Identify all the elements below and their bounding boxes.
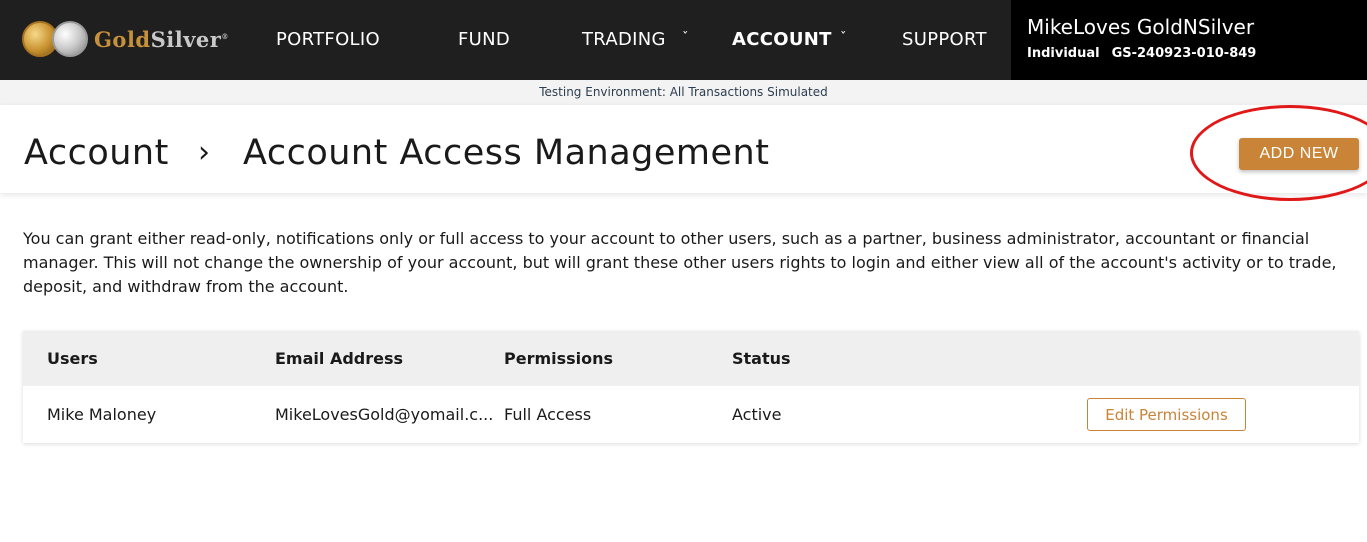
nav-item-account[interactable]: ACCOUNT (732, 0, 832, 80)
breadcrumb-chevron-right-icon: › (198, 135, 210, 170)
account-name: MikeLoves GoldNSilver (1027, 15, 1255, 39)
logo-silver-text: Silver (150, 26, 222, 52)
trading-chevron-down-icon[interactable]: ˇ (682, 0, 689, 80)
logo-gold-text: Gold (94, 26, 151, 52)
column-header-email: Email Address (275, 349, 404, 368)
goldsilver-logo[interactable]: GoldSilver® (22, 19, 229, 59)
column-header-users: Users (47, 349, 98, 368)
silver-coin-icon (52, 21, 88, 57)
cell-status: Active (732, 405, 782, 424)
access-table: Users Email Address Permissions Status M… (23, 331, 1359, 443)
account-chevron-down-icon[interactable]: ˇ (840, 0, 847, 80)
breadcrumb-account[interactable]: Account (24, 133, 169, 173)
access-description: You can grant either read-only, notifica… (23, 229, 1337, 296)
account-meta: Individual GS-240923-010-849 (1027, 46, 1256, 61)
environment-banner: Testing Environment: All Transactions Si… (0, 80, 1367, 105)
column-header-permissions: Permissions (504, 349, 614, 368)
table-header: Users Email Address Permissions Status (23, 331, 1359, 386)
nav-item-support[interactable]: SUPPORT (902, 0, 987, 80)
account-summary-panel[interactable]: MikeLoves GoldNSilver Individual GS-24092… (1011, 0, 1367, 80)
page-title: Account Access Management (243, 133, 770, 173)
nav-item-trading[interactable]: TRADING (582, 0, 666, 80)
cell-user: Mike Maloney (47, 405, 157, 424)
edit-permissions-button[interactable]: Edit Permissions (1087, 398, 1246, 431)
account-type: Individual (1027, 46, 1100, 61)
logo-wordmark: GoldSilver® (94, 27, 229, 52)
table-row: Mike Maloney MikeLovesGold@yomail.c... F… (23, 386, 1359, 443)
logo-trademark: ® (221, 31, 229, 41)
page-header: Account › Account Access Management ADD … (0, 105, 1367, 201)
account-id: GS-240923-010-849 (1111, 46, 1257, 61)
cell-permissions: Full Access (504, 405, 592, 424)
nav-item-fund[interactable]: FUND (458, 0, 510, 80)
add-new-button[interactable]: ADD NEW (1239, 138, 1359, 170)
nav-item-portfolio[interactable]: PORTFOLIO (276, 0, 380, 80)
top-navigation: GoldSilver® PORTFOLIO FUND TRADING ˇ ACC… (0, 0, 1367, 80)
column-header-status: Status (732, 349, 791, 368)
cell-email: MikeLovesGold@yomail.c... (275, 405, 494, 424)
